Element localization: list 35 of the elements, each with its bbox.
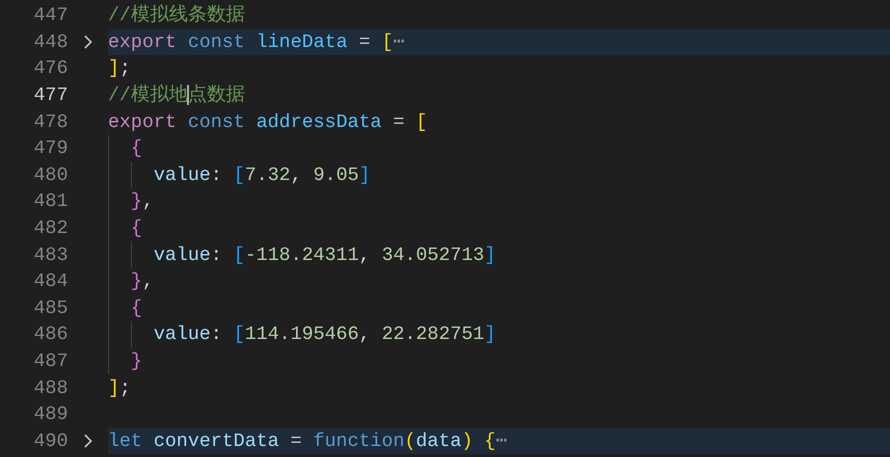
line-number: 482 xyxy=(32,217,68,240)
line-number: 447 xyxy=(32,4,68,26)
line-number: 489 xyxy=(32,403,68,426)
line-number: 476 xyxy=(32,57,68,80)
line-number: 490 xyxy=(32,430,68,452)
code-line: value: [7.32, 9.05] xyxy=(152,164,370,186)
line-number: 478 xyxy=(32,110,68,133)
line-number: 483 xyxy=(32,244,68,266)
line-number: 484 xyxy=(32,270,68,292)
code-line: }, xyxy=(130,190,154,212)
code-line: //模拟线条数据 xyxy=(108,4,245,26)
code-line: { xyxy=(130,296,142,319)
line-number: 481 xyxy=(32,190,68,212)
code-line: value: [-118.24311, 34.052713] xyxy=(152,244,496,266)
code-line: } xyxy=(130,350,142,372)
chevron-icon[interactable] xyxy=(83,34,93,50)
code-line: export const addressData = [ xyxy=(108,110,428,133)
code-line: let convertData = function(data) {⋯ xyxy=(108,430,508,452)
code-line: //模拟地点数据 xyxy=(108,84,245,106)
line-number: 488 xyxy=(32,376,68,399)
line-number: 479 xyxy=(32,137,68,160)
code-line: export const lineData = [⋯ xyxy=(108,30,405,53)
line-number: 485 xyxy=(32,296,68,319)
code-line: { xyxy=(130,217,142,240)
code-line: }, xyxy=(130,270,154,292)
line-number: 486 xyxy=(32,323,68,346)
line-number: 480 xyxy=(32,164,68,186)
line-number: 448 xyxy=(32,30,68,53)
line-number: 487 xyxy=(32,350,68,372)
code-line: value: [114.195466, 22.282751] xyxy=(152,323,496,346)
code-line: ]; xyxy=(108,376,131,399)
line-number: 477 xyxy=(32,84,68,106)
code-line: ]; xyxy=(108,57,131,80)
chevron-icon[interactable] xyxy=(83,432,93,449)
code-line: { xyxy=(130,137,142,160)
